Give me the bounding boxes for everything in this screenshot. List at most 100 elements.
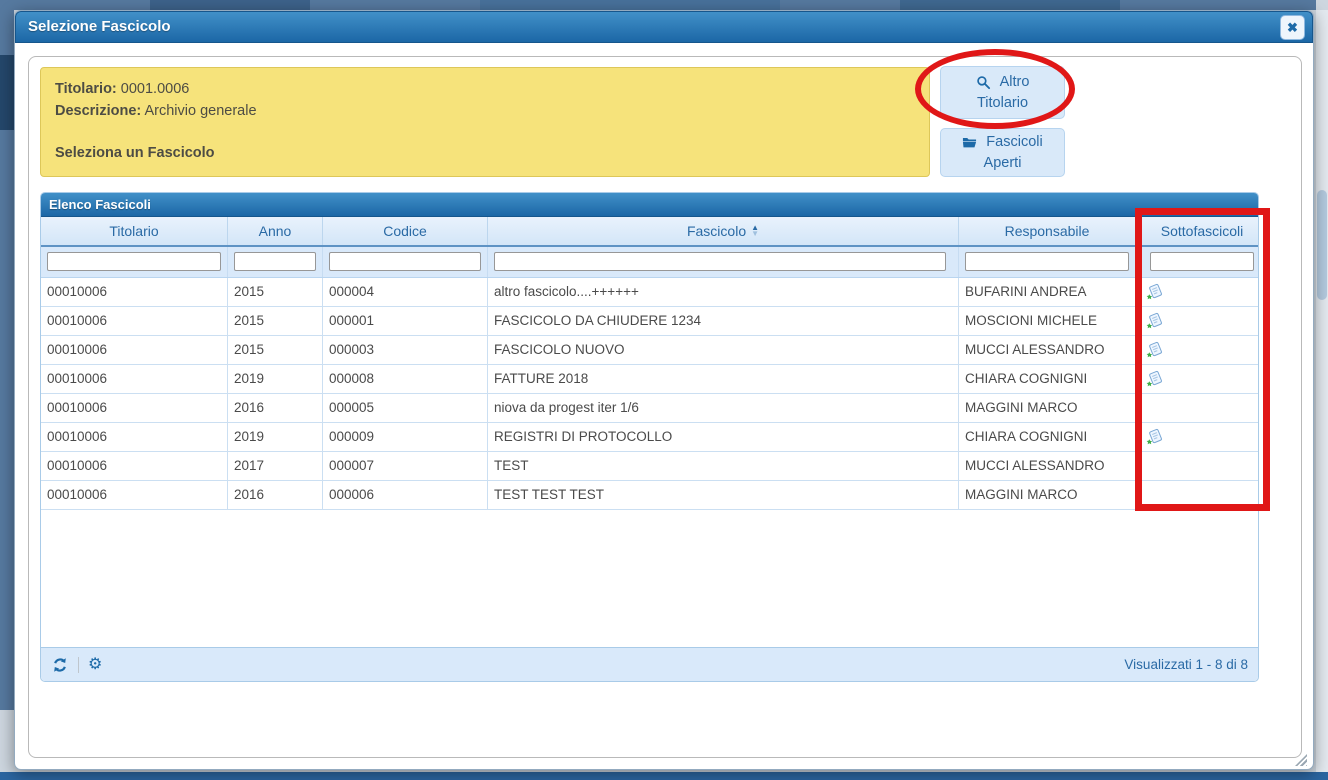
grid-header-row: Titolario Anno Codice Fascicolo ▲ ▼ Resp… <box>41 217 1258 247</box>
cell-codice: 000001 <box>323 307 488 335</box>
close-icon: ✖ <box>1287 20 1298 35</box>
subfascicoli-icon[interactable] <box>1146 370 1164 388</box>
cell-anno: 2015 <box>228 307 323 335</box>
cell-responsabile: MOSCIONI MICHELE <box>959 307 1136 335</box>
table-row[interactable]: 00010006 2017 000007 TEST MUCCI ALESSAND… <box>41 452 1258 481</box>
grid-caption: Elenco Fascicoli <box>41 193 1258 217</box>
dialog-body: Titolario: 0001.0006 Descrizione: Archiv… <box>15 43 1313 770</box>
filter-input-responsabile[interactable] <box>965 252 1129 271</box>
cell-anno: 2016 <box>228 481 323 509</box>
cell-titolario: 00010006 <box>41 365 228 393</box>
column-header-titolario[interactable]: Titolario <box>41 217 228 245</box>
filter-input-codice[interactable] <box>329 252 481 271</box>
cell-sottofascicoli <box>1136 278 1258 306</box>
cell-responsabile: CHIARA COGNIGNI <box>959 365 1136 393</box>
table-row[interactable]: 00010006 2015 000003 FASCICOLO NUOVO MUC… <box>41 336 1258 365</box>
column-header-codice[interactable]: Codice <box>323 217 488 245</box>
cell-anno: 2015 <box>228 278 323 306</box>
table-row[interactable]: 00010006 2019 000008 FATTURE 2018 CHIARA… <box>41 365 1258 394</box>
filter-input-sottofascicoli[interactable] <box>1150 252 1254 271</box>
fascicoli-grid: Elenco Fascicoli Titolario Anno Codice F… <box>40 192 1259 682</box>
titolario-info-box: Titolario: 0001.0006 Descrizione: Archiv… <box>40 67 930 177</box>
grid-pager: ⚙ Visualizzati 1 - 8 di 8 <box>41 647 1258 681</box>
pager-status: Visualizzati 1 - 8 di 8 <box>1124 657 1248 672</box>
cell-responsabile: MUCCI ALESSANDRO <box>959 452 1136 480</box>
cell-codice: 000004 <box>323 278 488 306</box>
cell-titolario: 00010006 <box>41 394 228 422</box>
scrollbar-thumb[interactable] <box>1317 190 1327 300</box>
cell-titolario: 00010006 <box>41 307 228 335</box>
cell-codice: 000008 <box>323 365 488 393</box>
filter-input-fascicolo[interactable] <box>494 252 946 271</box>
search-icon <box>976 75 991 90</box>
cell-sottofascicoli <box>1136 365 1258 393</box>
open-folder-icon <box>962 135 977 150</box>
cell-codice: 000009 <box>323 423 488 451</box>
titolario-line: Titolario: 0001.0006 <box>55 78 915 100</box>
column-header-fascicolo[interactable]: Fascicolo ▲ ▼ <box>488 217 959 245</box>
altro-titolario-label-line1: Altro <box>1000 72 1030 93</box>
fascicoli-aperti-button[interactable]: Fascicoli Aperti <box>940 128 1065 177</box>
dialog-title: Selezione Fascicolo <box>16 12 171 42</box>
dialog-header: Selezione Fascicolo ✖ <box>15 11 1313 43</box>
cell-titolario: 00010006 <box>41 452 228 480</box>
cell-fascicolo: FATTURE 2018 <box>488 365 959 393</box>
cell-sottofascicoli <box>1136 307 1258 335</box>
cell-fascicolo: niova da progest iter 1/6 <box>488 394 959 422</box>
gear-icon[interactable]: ⚙ <box>88 656 102 674</box>
close-button[interactable]: ✖ <box>1280 15 1305 40</box>
cell-sottofascicoli <box>1136 336 1258 364</box>
refresh-icon[interactable] <box>51 656 69 674</box>
column-header-sottofascicoli[interactable]: Sottofascicoli <box>1136 217 1258 245</box>
column-header-responsabile[interactable]: Responsabile <box>959 217 1136 245</box>
subfascicoli-icon[interactable] <box>1146 341 1164 359</box>
descrizione-line: Descrizione: Archivio generale <box>55 100 915 122</box>
grid-body: 00010006 2015 000004 altro fascicolo....… <box>41 278 1258 647</box>
altro-titolario-button[interactable]: Altro Titolario <box>940 66 1065 119</box>
cell-anno: 2015 <box>228 336 323 364</box>
subfascicoli-icon[interactable] <box>1146 428 1164 446</box>
cell-anno: 2016 <box>228 394 323 422</box>
cell-responsabile: BUFARINI ANDREA <box>959 278 1136 306</box>
cell-fascicolo: FASCICOLO DA CHIUDERE 1234 <box>488 307 959 335</box>
cell-titolario: 00010006 <box>41 423 228 451</box>
action-buttons: Altro Titolario Fascicoli Aperti <box>940 66 1065 177</box>
cell-codice: 000005 <box>323 394 488 422</box>
cell-sottofascicoli <box>1136 452 1258 480</box>
table-row[interactable]: 00010006 2016 000005 niova da progest it… <box>41 394 1258 423</box>
titolario-label: Titolario: <box>55 81 117 97</box>
table-row[interactable]: 00010006 2019 000009 REGISTRI DI PROTOCO… <box>41 423 1258 452</box>
cell-sottofascicoli <box>1136 423 1258 451</box>
pager-separator <box>78 657 79 673</box>
filter-input-titolario[interactable] <box>47 252 221 271</box>
fascicoli-aperti-label-line2: Aperti <box>984 153 1022 174</box>
cell-titolario: 00010006 <box>41 481 228 509</box>
table-row[interactable]: 00010006 2016 000006 TEST TEST TEST MAGG… <box>41 481 1258 510</box>
cell-responsabile: MAGGINI MARCO <box>959 481 1136 509</box>
titolario-value: 0001.0006 <box>121 81 190 97</box>
background-scrollbar <box>1316 10 1328 772</box>
table-row[interactable]: 00010006 2015 000004 altro fascicolo....… <box>41 278 1258 307</box>
cell-fascicolo: FASCICOLO NUOVO <box>488 336 959 364</box>
column-header-anno[interactable]: Anno <box>228 217 323 245</box>
cell-titolario: 00010006 <box>41 278 228 306</box>
subfascicoli-icon[interactable] <box>1146 312 1164 330</box>
descrizione-value: Archivio generale <box>144 103 256 119</box>
page-background-top <box>0 0 1316 10</box>
dialog-content-panel: Titolario: 0001.0006 Descrizione: Archiv… <box>28 56 1302 758</box>
subfascicoli-icon[interactable] <box>1146 283 1164 301</box>
cell-titolario: 00010006 <box>41 336 228 364</box>
cell-fascicolo: REGISTRI DI PROTOCOLLO <box>488 423 959 451</box>
sort-desc-icon: ▼ <box>751 231 759 237</box>
filter-input-anno[interactable] <box>234 252 316 271</box>
table-row[interactable]: 00010006 2015 000001 FASCICOLO DA CHIUDE… <box>41 307 1258 336</box>
seleziona-prompt: Seleziona un Fascicolo <box>55 142 915 164</box>
cell-sottofascicoli <box>1136 394 1258 422</box>
cell-sottofascicoli <box>1136 481 1258 509</box>
cell-anno: 2019 <box>228 423 323 451</box>
page-background-bottom <box>0 772 1328 780</box>
page-background-left <box>0 0 14 710</box>
cell-anno: 2019 <box>228 365 323 393</box>
grid-filter-row <box>41 247 1258 278</box>
cell-anno: 2017 <box>228 452 323 480</box>
